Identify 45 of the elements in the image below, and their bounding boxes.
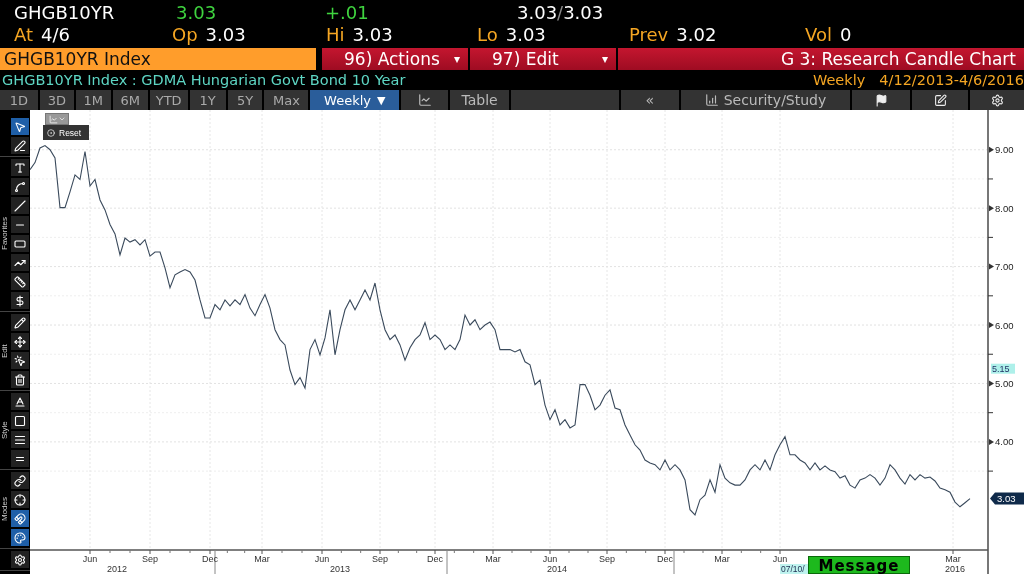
axis-label: Jun [542, 554, 558, 564]
quote-stat: At 4/6 [14, 24, 72, 45]
axis-label: Mar [485, 554, 501, 564]
axis-label: 9.00 [995, 144, 1014, 156]
function-title: G 3: Research Candle Chart [618, 48, 1024, 70]
year-label: 2013 [330, 564, 350, 574]
axis-label: 8.00 [995, 202, 1014, 214]
axis-label: 4.00 [995, 436, 1014, 448]
year-label: 2014 [547, 564, 567, 574]
tool-group-label: Style [0, 420, 10, 441]
bid-ask: 3.03/3.03 [517, 1, 605, 23]
quote-stat: Vol 0 [805, 24, 853, 45]
axis-label: Sep [372, 554, 388, 564]
axis-label: 6.00 [995, 319, 1014, 331]
tool-group-label: Edit [0, 343, 10, 360]
axis-label: Sep [599, 554, 615, 564]
quote-stat: Hi 3.03 [326, 24, 394, 45]
date-tag: 07/10/ [780, 564, 808, 574]
axis-label: 7.00 [995, 261, 1014, 273]
axis-label: Jun [82, 554, 98, 564]
last-price-tag: 3.03 [990, 492, 1024, 505]
period-label: Weekly [812, 72, 866, 88]
axis-label: Dec [657, 554, 673, 564]
axis-label: 5.00 [995, 377, 1014, 389]
date-range: 4/12/2013-4/6/2016 [879, 72, 1024, 88]
tool-group-label: Modes [0, 496, 10, 523]
quote-stat: Lo 3.03 [477, 24, 547, 45]
axis-label: Dec [202, 554, 218, 564]
quote-stat: Op 3.03 [172, 24, 247, 45]
year-label: 2012 [107, 564, 127, 574]
value-tag: 5.15 [991, 363, 1015, 374]
axis-label: Jun [772, 554, 788, 564]
axis-label: Dec [427, 554, 443, 564]
security-description: GHGB10YR Index : GDMA Hungarian Govt Bond 10 Year [2, 72, 406, 88]
ticker: GHGB10YR [14, 1, 116, 23]
net-change: +.01 [325, 1, 370, 23]
tool-group-label: Favorites [0, 216, 10, 253]
last-price: 3.03 [176, 1, 218, 23]
axis-label: Mar [945, 554, 961, 564]
axis-label: Mar [714, 554, 730, 564]
axis-label: Sep [142, 554, 158, 564]
axis-label: Jun [314, 554, 330, 564]
year-label: 2016 [945, 564, 965, 574]
axis-label: Mar [254, 554, 270, 564]
quote-stat: Prev 3.02 [629, 24, 718, 45]
